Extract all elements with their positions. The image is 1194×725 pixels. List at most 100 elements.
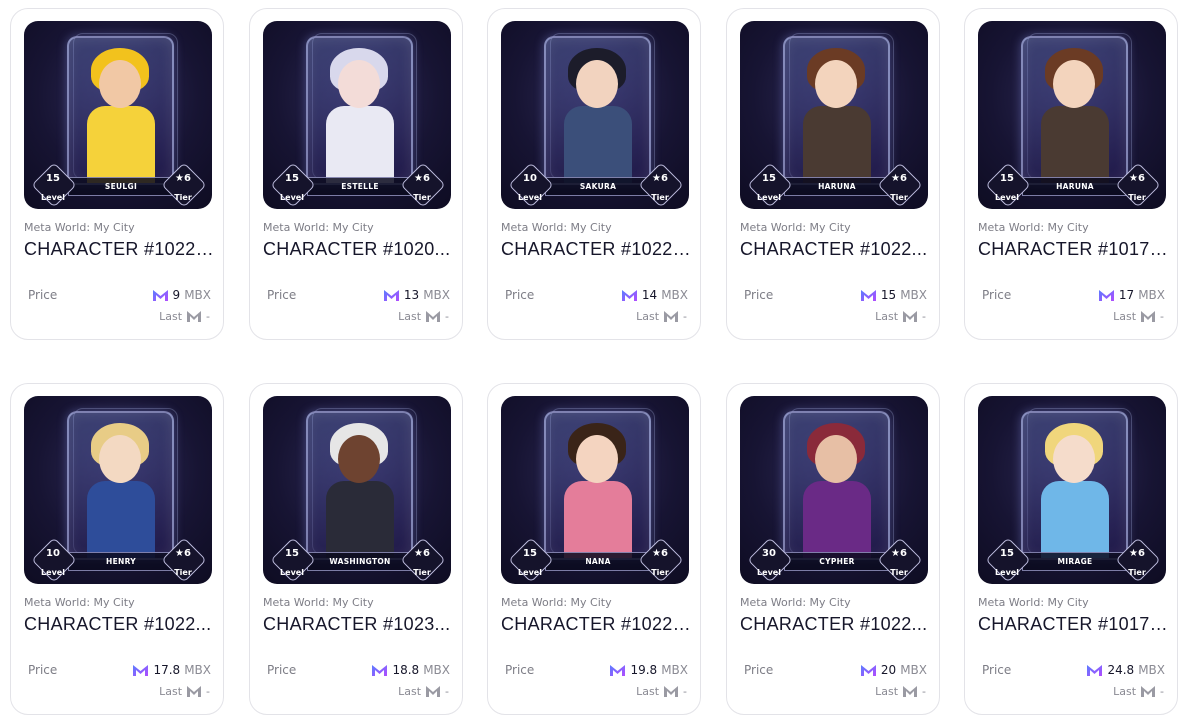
character-art: WASHINGTON 15 Level ★6 Tier [263,396,451,584]
last-label: Last [875,685,899,698]
character-name-plate: HARUNA [784,177,890,196]
last-label: Last [1113,685,1137,698]
last-label: Last [398,685,422,698]
mbx-gray-icon [426,686,441,697]
mbx-gray-icon [1141,686,1156,697]
level-label: Level [280,568,304,577]
tier-value: ★6 [891,173,907,184]
mbx-icon [383,289,399,301]
last-sale: Last - [398,685,449,698]
character-art: HARUNA 15 Level ★6 Tier [978,21,1166,209]
character-figure [308,413,411,558]
collection-name: Meta World: My City [24,596,135,609]
tier-label: Tier [413,193,431,202]
card-title[interactable]: CHARACTER #1020... [263,239,455,260]
level-label: Level [280,193,304,202]
last-value: - [1160,685,1164,698]
character-card[interactable]: NANA 15 Level ★6 Tier Meta World: My Cit… [487,383,701,715]
character-body [1041,481,1109,558]
price-value: 14 MBX [621,288,688,302]
price-unit: MBX [900,288,927,302]
character-card[interactable]: HARUNA 15 Level ★6 Tier Meta World: My C… [964,8,1178,340]
price-amount: 17 [1118,288,1135,302]
collection-name: Meta World: My City [978,221,1089,234]
collection-name: Meta World: My City [740,221,851,234]
character-figure [785,38,888,183]
level-value: 15 [285,548,299,559]
character-face [1053,60,1095,108]
price-label: Price [744,663,774,677]
price-amount: 9 [172,288,181,302]
character-body [326,106,394,183]
character-name-plate: ESTELLE [307,177,413,196]
tier-value: ★6 [175,173,191,184]
price-unit: MBX [661,663,688,677]
price-value: 18.8 MBX [371,663,450,677]
character-art: HARUNA 15 Level ★6 Tier [740,21,928,209]
character-figure [785,413,888,558]
level-label: Level [41,193,65,202]
character-grid: SEULGI 15 Level ★6 Tier Meta World: My C… [0,0,1194,725]
card-title[interactable]: CHARACTER #1022... [740,614,932,635]
card-title[interactable]: CHARACTER #1022... [740,239,932,260]
last-value: - [683,685,687,698]
price-label: Price [982,288,1012,302]
card-frame [67,36,174,185]
character-card[interactable]: SEULGI 15 Level ★6 Tier Meta World: My C… [10,8,224,340]
character-art: NANA 15 Level ★6 Tier [501,396,689,584]
card-title[interactable]: CHARACTER #1023... [263,614,455,635]
character-card[interactable]: HARUNA 15 Level ★6 Tier Meta World: My C… [726,8,940,340]
tier-label: Tier [890,568,908,577]
tier-value: ★6 [414,548,430,559]
character-card[interactable]: ESTELLE 15 Level ★6 Tier Meta World: My … [249,8,463,340]
card-title[interactable]: CHARACTER #10222... [501,239,693,260]
last-sale: Last - [636,685,687,698]
level-label: Level [757,193,781,202]
character-name-plate: HENRY [68,552,174,571]
character-face [99,60,141,108]
tier-value: ★6 [891,548,907,559]
character-card[interactable]: MIRAGE 15 Level ★6 Tier Meta World: My C… [964,383,1178,715]
card-title[interactable]: CHARACTER #101738 [978,614,1170,635]
level-label: Level [757,568,781,577]
character-card[interactable]: CYPHER 30 Level ★6 Tier Meta World: My C… [726,383,940,715]
card-frame [783,36,890,185]
collection-name: Meta World: My City [263,596,374,609]
price-label: Price [267,663,297,677]
character-card[interactable]: HENRY 10 Level ★6 Tier Meta World: My Ci… [10,383,224,715]
collection-name: Meta World: My City [978,596,1089,609]
last-value: - [445,310,449,323]
card-title[interactable]: CHARACTER #102221 [24,239,216,260]
mbx-gray-icon [426,311,441,322]
price-value: 13 MBX [383,288,450,302]
mbx-gray-icon [664,686,679,697]
level-value: 15 [1000,173,1014,184]
character-figure [546,413,649,558]
last-sale: Last - [159,310,210,323]
price-unit: MBX [1138,288,1165,302]
level-value: 10 [523,173,537,184]
mbx-gray-icon [903,311,918,322]
price-label: Price [267,288,297,302]
mbx-icon [860,289,876,301]
level-label: Level [995,568,1019,577]
character-body [326,481,394,558]
character-card[interactable]: SAKURA 10 Level ★6 Tier Meta World: My C… [487,8,701,340]
price-unit: MBX [900,663,927,677]
card-title[interactable]: CHARACTER #1022... [24,614,216,635]
character-card[interactable]: WASHINGTON 15 Level ★6 Tier Meta World: … [249,383,463,715]
level-value: 10 [46,548,60,559]
character-body [1041,106,1109,183]
last-label: Last [875,310,899,323]
card-title[interactable]: CHARACTER #102287 [501,614,693,635]
price-amount: 20 [880,663,897,677]
character-name-plate: WASHINGTON [307,552,413,571]
character-figure [1023,38,1126,183]
level-value: 15 [46,173,60,184]
card-title[interactable]: CHARACTER #101735 [978,239,1170,260]
last-label: Last [636,310,660,323]
level-value: 15 [285,173,299,184]
last-label: Last [1113,310,1137,323]
mbx-icon [372,664,388,676]
tier-label: Tier [174,193,192,202]
